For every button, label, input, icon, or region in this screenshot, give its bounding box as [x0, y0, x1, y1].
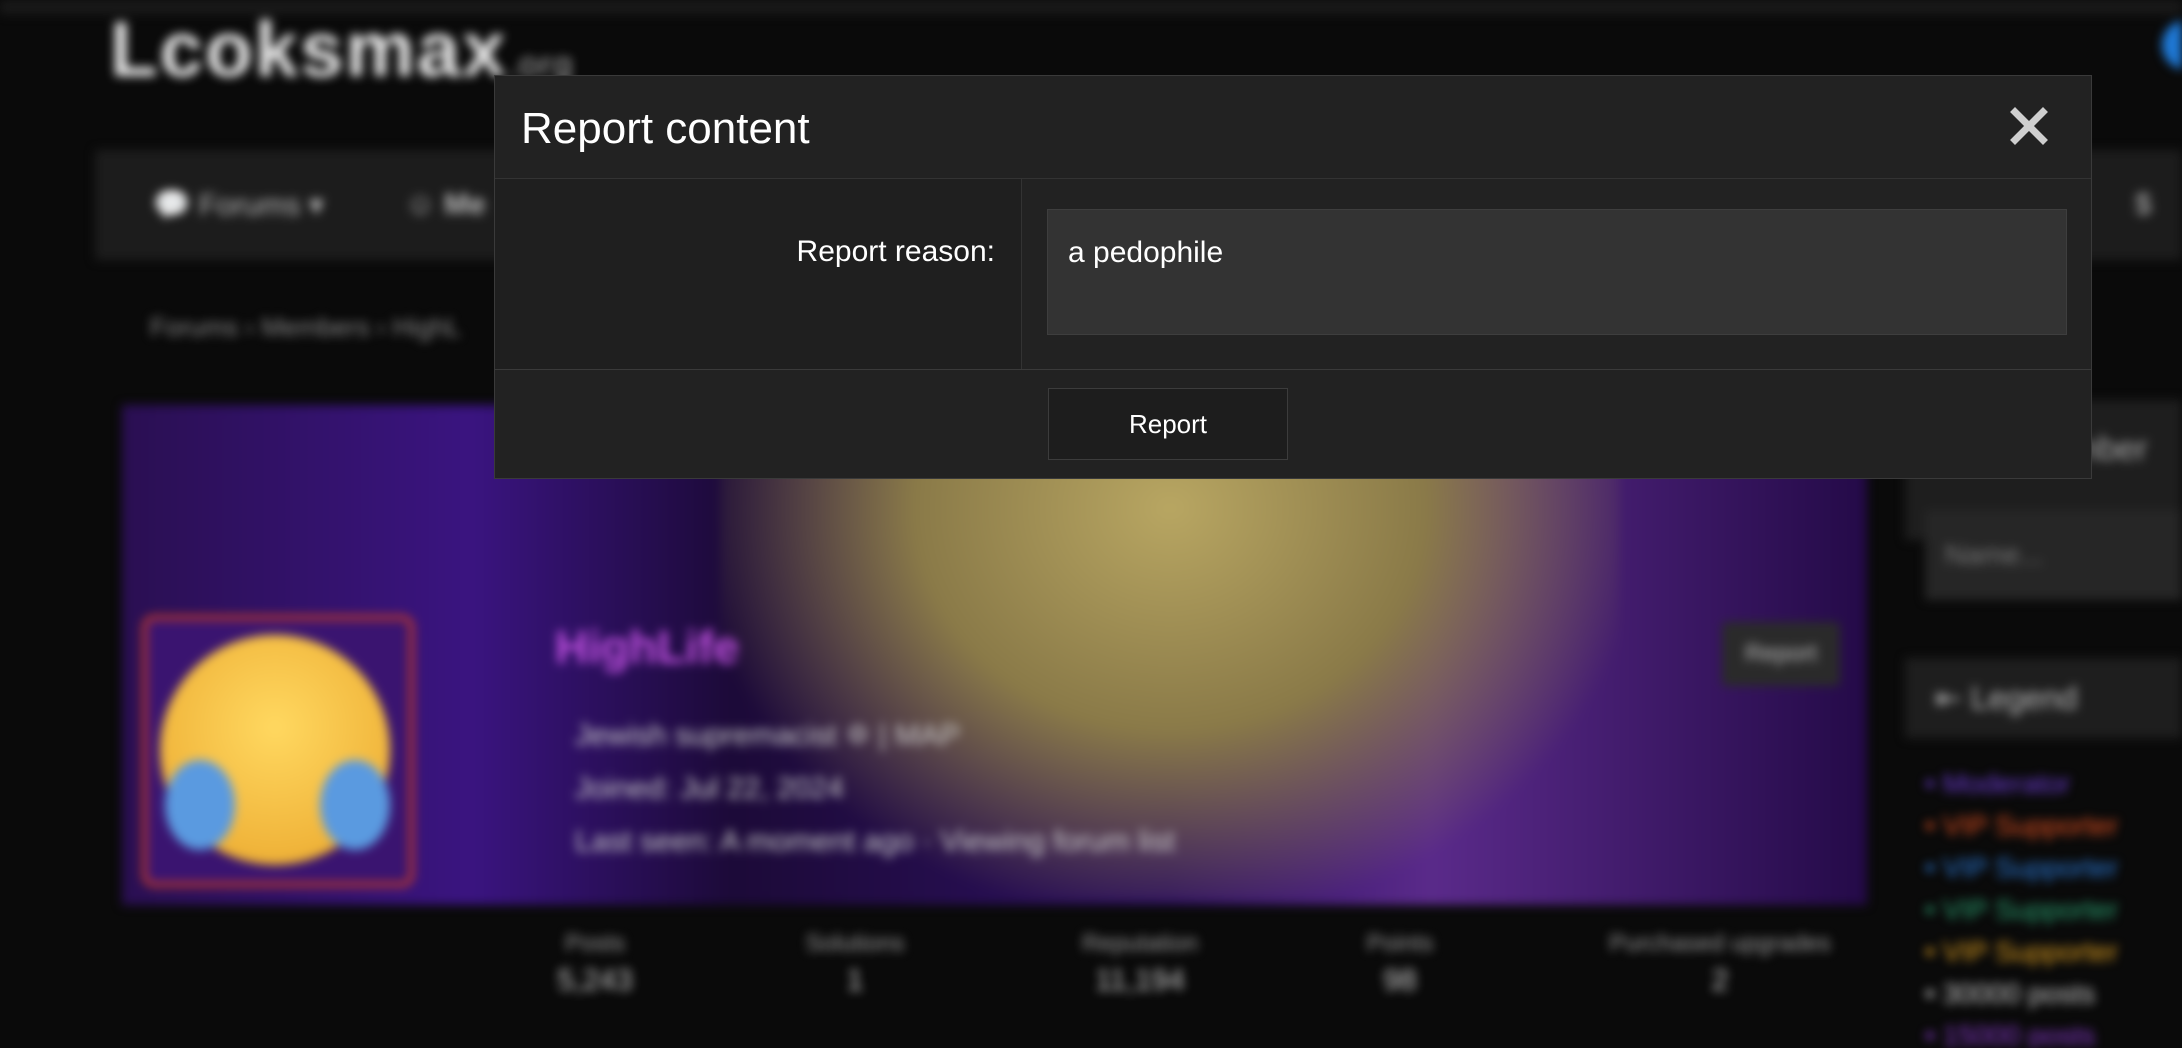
- legend-icon: ⇤: [1935, 680, 1971, 716]
- close-icon[interactable]: [2005, 102, 2053, 150]
- nav-members[interactable]: ☺ Me: [405, 188, 486, 222]
- profile-joined-line: Joined: Jul 22, 2024: [575, 772, 844, 805]
- stat-value: 11,194: [1095, 964, 1185, 997]
- stat-label: Posts: [564, 930, 626, 957]
- modal-body: Report reason: a pedophile: [495, 179, 2091, 370]
- legend-item: • VIP Supporter: [1925, 810, 2118, 841]
- legend-item: • VIP Supporter: [1925, 936, 2118, 967]
- form-label-column: Report reason:: [495, 179, 1022, 369]
- chat-bubbles-icon: 💬: [153, 189, 191, 222]
- profile-title-line: Jewish supremacist ✡ | MAP: [575, 719, 960, 752]
- stat-solutions[interactable]: Solutions 1: [780, 930, 930, 998]
- legend-title: Legend: [1970, 680, 2078, 716]
- legend-item: • VIP Supporter: [1925, 852, 2118, 883]
- stat-label: Purchased upgrades: [1609, 930, 1831, 957]
- report-content-modal: Report content Report reason: a pedophil…: [494, 75, 2092, 479]
- stat-value: 98: [1383, 964, 1417, 997]
- nav-forums-label: Forums: [198, 189, 301, 222]
- legend-header: ⇤ Legend: [1905, 658, 2182, 738]
- chevron-down-icon: ▾: [308, 189, 324, 222]
- stat-reputation[interactable]: Reputation 11,194: [1055, 930, 1225, 998]
- modal-header: Report content: [495, 76, 2091, 179]
- profile-report-button[interactable]: Report: [1722, 622, 1840, 686]
- stat-purchased-upgrades[interactable]: Purchased upgrades 2: [1590, 930, 1850, 998]
- stat-posts[interactable]: Posts 5,243: [530, 930, 660, 998]
- report-submit-button[interactable]: Report: [1048, 388, 1288, 460]
- report-reason-input[interactable]: a pedophile: [1047, 209, 2067, 335]
- stat-value: 2: [1711, 964, 1729, 997]
- sidebar-name-input[interactable]: Name...: [1925, 510, 2182, 600]
- logo-text: Lcoksmax: [110, 5, 508, 93]
- nav-right-icon[interactable]: $: [2135, 188, 2152, 222]
- stat-points[interactable]: Points 98: [1345, 930, 1455, 998]
- stat-label: Points: [1366, 930, 1434, 957]
- avatar[interactable]: [2162, 20, 2182, 70]
- tear-icon: [320, 760, 390, 850]
- breadcrumb[interactable]: Forums › Members › HighL: [150, 312, 461, 343]
- legend-item: • 30000 posts: [1925, 978, 2096, 1009]
- nav-members-label: Me: [443, 188, 486, 221]
- legend-item: • VIP Supporter: [1925, 894, 2118, 925]
- stat-label: Reputation: [1081, 930, 1199, 957]
- tear-icon: [165, 760, 235, 850]
- modal-title: Report content: [521, 104, 810, 153]
- report-reason-label: Report reason:: [796, 235, 995, 268]
- legend-item: • Moderator: [1925, 768, 2071, 799]
- nav-forums[interactable]: 💬 Forums ▾: [153, 188, 324, 223]
- profile-last-seen-line: Last seen: A moment ago · Viewing forum …: [575, 825, 1175, 858]
- modal-footer: Report: [495, 370, 2091, 478]
- stat-value: 5,243: [557, 964, 633, 997]
- profile-username[interactable]: HighLife: [555, 620, 739, 674]
- legend-item: • 15000 posts: [1925, 1020, 2096, 1048]
- stat-value: 1: [846, 964, 864, 997]
- members-icon: ☺: [405, 188, 436, 221]
- stat-label: Solutions: [805, 930, 905, 957]
